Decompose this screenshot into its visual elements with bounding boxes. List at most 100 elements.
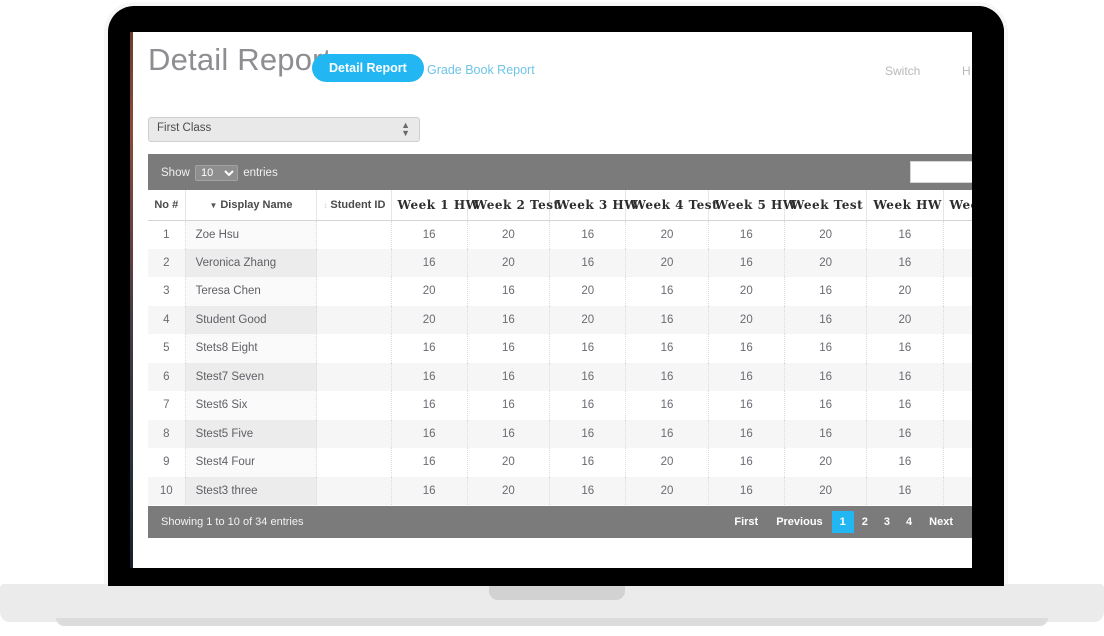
- table-row[interactable]: 5Stets8 Eight1616161616161616: [148, 334, 972, 363]
- cell-score-3: 20: [625, 448, 709, 477]
- column-header-9[interactable]: Week HW: [866, 190, 944, 221]
- table-row[interactable]: 3Teresa Chen2016201620162016: [148, 277, 972, 306]
- cell-display-name: Stest7 Seven: [185, 362, 318, 391]
- cell-score-1: 16: [467, 362, 551, 391]
- table-row[interactable]: 10Stest3 three1620162016201620: [148, 476, 972, 505]
- cell-row-number: 1: [148, 220, 186, 249]
- cell-score-7: 16: [943, 391, 972, 420]
- table-row[interactable]: 7Stest6 Six1616161616161616: [148, 391, 972, 420]
- cell-score-2: 16: [549, 248, 627, 277]
- cell-student-id: [316, 334, 392, 363]
- cell-score-4: 16: [708, 334, 785, 363]
- cell-score-1: 16: [467, 305, 551, 334]
- table-row[interactable]: 2Veronica Zhang1620162016201620: [148, 248, 972, 277]
- column-header-7[interactable]: Week 5 HW: [708, 190, 796, 221]
- column-header-label: Week 5 HW: [714, 197, 797, 212]
- pagination-previous[interactable]: Previous: [767, 511, 831, 533]
- cell-score-6: 16: [866, 391, 944, 420]
- cell-score-5: 20: [784, 248, 868, 277]
- switch-link[interactable]: Switch: [885, 64, 920, 78]
- pagination-first[interactable]: First: [725, 511, 767, 533]
- page-length-select[interactable]: 102550100: [194, 165, 238, 181]
- cell-score-2: 16: [549, 448, 627, 477]
- data-table: No # ▼ Display Name ↕ Student ID Week 1 HW Wee…: [148, 190, 972, 505]
- search-input[interactable]: [910, 161, 972, 183]
- cell-score-3: 20: [625, 220, 709, 249]
- cell-display-name: Stest4 Four: [185, 448, 318, 477]
- cell-display-name: Stest5 Five: [185, 419, 318, 448]
- cell-score-7: 16: [943, 277, 972, 306]
- pagination-page-3[interactable]: 3: [876, 511, 898, 533]
- column-header-4[interactable]: Week 2 Test: [467, 190, 559, 221]
- chevron-updown-icon: ▲ ▼: [401, 120, 410, 138]
- cell-row-number: 5: [148, 334, 186, 363]
- cell-display-name: Stest3 three: [185, 476, 318, 505]
- cell-score-3: 20: [625, 248, 709, 277]
- cell-score-4: 16: [708, 391, 785, 420]
- cell-score-4: 16: [708, 248, 785, 277]
- cell-display-name: Teresa Chen: [185, 277, 318, 306]
- cell-score-0: 16: [391, 334, 468, 363]
- tab-grade-book-report[interactable]: Grade Book Report: [427, 63, 535, 77]
- cell-row-number: 4: [148, 305, 186, 334]
- table-head: No # ▼ Display Name ↕ Student ID Week 1 HW Wee…: [148, 190, 972, 221]
- bezel-bottom: [108, 568, 1004, 586]
- column-header-label: Week 4 Test: [632, 197, 719, 212]
- table-row[interactable]: 8Stest5 Five1616161616161616: [148, 419, 972, 448]
- cell-score-3: 20: [625, 476, 709, 505]
- column-header-0[interactable]: No #: [148, 190, 186, 221]
- tab-detail-report[interactable]: Detail Report: [312, 54, 424, 82]
- pagination: First Previous 1 2 3 4 Next: [725, 511, 962, 533]
- cell-score-7: 20: [943, 476, 972, 505]
- help-link[interactable]: H: [962, 64, 971, 78]
- cell-score-4: 16: [708, 476, 785, 505]
- cell-score-4: 20: [708, 277, 785, 306]
- column-header-label: Week HW: [873, 197, 942, 212]
- cell-score-1: 20: [467, 448, 551, 477]
- table-row[interactable]: 1Zoe Hsu1620162016201620: [148, 220, 972, 249]
- cell-score-4: 16: [708, 448, 785, 477]
- cell-row-number: 3: [148, 277, 186, 306]
- cell-score-5: 16: [784, 305, 868, 334]
- cell-student-id: [316, 362, 392, 391]
- column-header-label: Week Test: [949, 197, 972, 212]
- cell-score-3: 16: [625, 391, 709, 420]
- entries-label: entries: [243, 167, 278, 179]
- column-header-8[interactable]: Week Test: [784, 190, 868, 221]
- cell-score-1: 16: [467, 277, 551, 306]
- pagination-next[interactable]: Next: [920, 511, 962, 533]
- cell-score-2: 16: [549, 334, 627, 363]
- table-body: 1Zoe Hsu16201620162016202Veronica Zhang1…: [148, 220, 972, 505]
- cell-display-name: Zoe Hsu: [185, 220, 318, 249]
- cell-row-number: 2: [148, 248, 186, 277]
- cell-score-6: 16: [866, 448, 944, 477]
- data-table-wrapper: No # ▼ Display Name ↕ Student ID Week 1 HW Wee…: [148, 190, 972, 506]
- column-header-label: Student ID: [330, 198, 386, 211]
- class-select-value: First Class: [157, 122, 212, 134]
- cell-score-7: 20: [943, 220, 972, 249]
- cell-score-7: 16: [943, 334, 972, 363]
- column-header-10[interactable]: Week Test: [943, 190, 972, 221]
- class-select[interactable]: First Class ▲ ▼: [148, 117, 420, 142]
- table-row[interactable]: 9Stest4 Four1620162016201620: [148, 448, 972, 477]
- pagination-page-1[interactable]: 1: [831, 511, 854, 533]
- cell-score-6: 16: [866, 334, 944, 363]
- cell-score-0: 16: [391, 476, 468, 505]
- column-header-2[interactable]: ↕ Student ID: [316, 190, 392, 221]
- pagination-page-2[interactable]: 2: [854, 511, 876, 533]
- column-header-1[interactable]: ▼ Display Name: [185, 190, 318, 221]
- cell-score-6: 16: [866, 419, 944, 448]
- table-row[interactable]: 6Stest7 Seven1616161616161616: [148, 362, 972, 391]
- laptop-base-shadow: [56, 618, 1048, 626]
- laptop-base-notch: [489, 584, 625, 600]
- cell-score-3: 16: [625, 277, 709, 306]
- column-header-6[interactable]: Week 4 Test: [625, 190, 718, 221]
- cell-student-id: [316, 391, 392, 420]
- cell-student-id: [316, 476, 392, 505]
- cell-student-id: [316, 277, 392, 306]
- pagination-page-4[interactable]: 4: [898, 511, 920, 533]
- column-header-5[interactable]: Week 3 HW: [549, 190, 638, 221]
- table-row[interactable]: 4Student Good2016201620162016: [148, 305, 972, 334]
- cell-score-7: 16: [943, 362, 972, 391]
- column-header-3[interactable]: Week 1 HW: [391, 190, 479, 221]
